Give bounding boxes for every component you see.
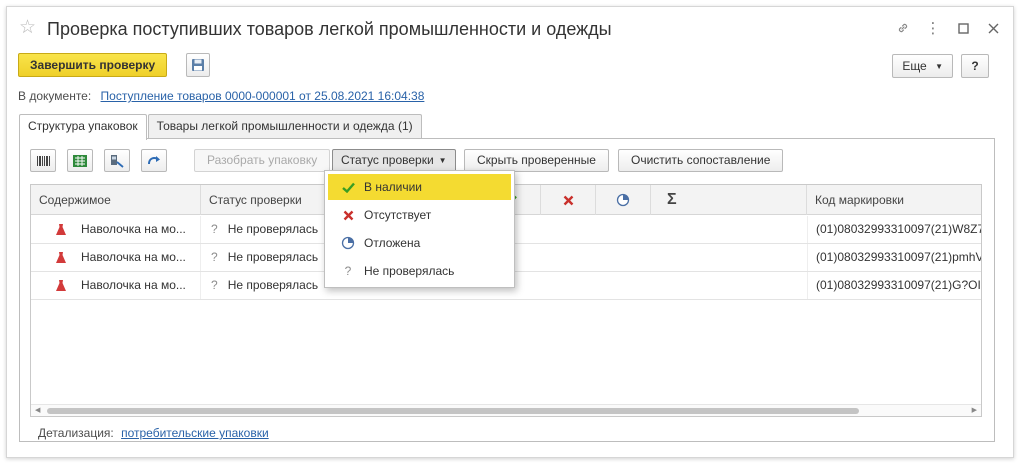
window-title: Проверка поступивших товаров легкой пром… [47,19,612,39]
question-icon: ? [211,222,218,236]
row-item-text: Наволочка на мо... [81,278,186,292]
check-status-button[interactable]: Статус проверки ▼ [332,149,456,172]
question-icon: ? [344,264,352,278]
column-postponed[interactable] [596,185,651,215]
row-status-cell: ? Не проверялась [201,272,331,299]
menu-item-in-stock[interactable]: В наличии [328,174,511,200]
question-icon: ? [211,250,218,264]
save-button[interactable] [186,53,210,77]
barcode-icon [37,155,50,166]
hide-checked-button[interactable]: Скрыть проверенные [464,149,609,172]
link-icon[interactable] [895,19,911,37]
cross-icon [340,202,356,230]
dress-icon [56,280,66,291]
status-dropdown-menu: В наличии Отсутствует Отложена ? Не пров… [324,170,515,288]
detail-line: Детализация: потребительские упаковки [38,426,269,440]
dress-icon [56,252,66,263]
go-to-button[interactable] [141,149,167,172]
scroll-right-icon[interactable]: ▶ [972,405,977,416]
dress-icon [56,224,66,235]
row-status-text: Не проверялась [227,278,319,292]
row-status-text: Не проверялась [227,222,319,236]
scrollbar-thumb[interactable] [47,408,859,414]
row-code-cell: (01)08032993310097(21)G?OI7 [807,272,981,299]
help-button[interactable]: ? [961,54,989,78]
row-item-cell: Наволочка на мо... [31,216,201,243]
document-line: В документе: Поступление товаров 0000-00… [18,89,424,103]
column-absent[interactable] [541,185,596,215]
detail-link[interactable]: потребительские упаковки [121,426,269,440]
pie-clock-icon [616,193,630,207]
row-item-cell: Наволочка на мо... [31,272,201,299]
row-status-cell: ? Не проверялась [201,244,331,271]
close-icon[interactable] [985,19,1001,37]
cross-icon [563,195,573,206]
menu-item-label: В наличии [364,180,423,194]
row-item-text: Наволочка на мо... [81,222,186,236]
pie-clock-icon [340,230,356,259]
unpack-button[interactable]: Разобрать упаковку [194,149,331,172]
form-toolbar: Завершить проверку Еще ▼ ? [18,53,1001,79]
menu-item-label: Не проверялась [364,264,455,278]
clear-match-button[interactable]: Очистить сопоставление [618,149,784,172]
document-label: В документе: [18,89,92,103]
window-controls: ⋮ [895,19,1001,37]
scanner-button[interactable] [104,149,130,172]
more-button-label: Еще [902,59,927,73]
horizontal-scrollbar[interactable]: ◀ ▶ [31,404,981,416]
question-icon: ? [211,278,218,292]
row-status-text: Не проверялась [227,250,319,264]
finish-check-button[interactable]: Завершить проверку [18,53,168,77]
document-link[interactable]: Поступление товаров 0000-000001 от 25.08… [101,89,425,103]
spreadsheet-icon [73,154,87,167]
barcode-scan-button[interactable] [30,149,56,172]
maximize-icon[interactable] [955,19,971,37]
check-icon [340,174,356,202]
scanner-icon [111,154,124,168]
excel-load-button[interactable] [67,149,93,172]
more-button[interactable]: Еще ▼ [892,54,953,78]
column-status[interactable]: Статус проверки [201,185,331,215]
chevron-down-icon: ▼ [935,62,943,71]
tab-package-structure[interactable]: Структура упаковок [19,114,147,140]
row-item-cell: Наволочка на мо... [31,244,201,271]
row-item-text: Наволочка на мо... [81,250,186,264]
column-sum[interactable]: Σ [651,185,807,215]
column-code[interactable]: Код маркировки [807,185,981,215]
chevron-down-icon: ▼ [438,156,447,165]
arrow-curved-icon [148,155,160,164]
menu-item-not-checked[interactable]: ? Не проверялась [328,258,511,284]
floppy-disk-icon [192,59,204,71]
row-code-cell: (01)08032993310097(21)pmhV" [807,244,981,271]
menu-item-label: Отсутствует [364,208,432,222]
scroll-left-icon[interactable]: ◀ [35,405,40,416]
title-bar: ☆ Проверка поступивших товаров легкой пр… [7,7,1013,49]
column-contents[interactable]: Содержимое [31,185,201,215]
row-status-cell: ? Не проверялась [201,216,331,243]
menu-item-label: Отложена [364,236,421,250]
check-status-label: Статус проверки [341,153,434,167]
tab-light-industry-goods[interactable]: Товары легкой промышленности и одежда (1… [147,114,422,139]
row-code-cell: (01)08032993310097(21)W8Z7c [807,216,981,243]
menu-item-postponed[interactable]: Отложена [328,230,511,256]
more-vertical-icon[interactable]: ⋮ [925,19,941,37]
tab-strip: Структура упаковок Товары легкой промышл… [19,114,423,140]
favorite-star-icon[interactable]: ☆ [19,18,36,38]
menu-item-absent[interactable]: Отсутствует [328,202,511,228]
detail-label: Детализация: [38,426,114,440]
